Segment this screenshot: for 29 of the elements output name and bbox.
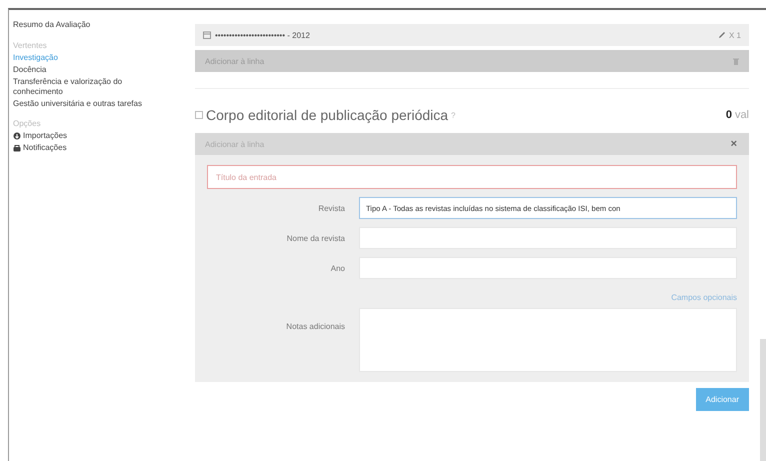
pencil-icon[interactable]: [718, 31, 726, 39]
score-value: 0: [726, 109, 732, 121]
download-icon: [13, 132, 21, 140]
sidebar-item[interactable]: Transferência e valorização do conhecimento: [13, 77, 161, 97]
scrollbar[interactable]: [760, 339, 766, 461]
field-label: Revista: [317, 204, 346, 212]
sidebar-title[interactable]: Resumo da Avaliação: [13, 20, 161, 29]
score-unit: val: [734, 109, 749, 121]
section-title: Corpo editorial de publicação periódica: [206, 107, 448, 123]
field-label: Ano: [330, 264, 346, 272]
sidebar-item[interactable]: Importações: [23, 131, 68, 141]
close-button[interactable]: ×: [728, 138, 739, 150]
sidebar-heading: Opções: [13, 119, 42, 128]
sidebar-item[interactable]: Docência: [13, 65, 161, 75]
entry-title: ••••••••••••••••••••••••• - 2012: [215, 30, 310, 40]
calendar-icon: [203, 31, 211, 39]
title-field[interactable]: Título da entrada: [207, 165, 737, 189]
field-label: Notas adicionais: [285, 321, 346, 331]
input-field[interactable]: [359, 227, 737, 249]
entry-count: X 1: [728, 30, 741, 40]
sidebar-item[interactable]: Notificações: [23, 143, 67, 153]
sidebar-heading: Vertentes: [13, 41, 48, 50]
notes-field[interactable]: [359, 308, 737, 372]
sidebar-item[interactable]: Gestão universitária e outras tarefas: [13, 99, 161, 109]
checkbox-icon[interactable]: [195, 111, 203, 119]
input-field[interactable]: [359, 257, 737, 279]
field-label: Nome da revista: [286, 234, 346, 242]
trash-icon[interactable]: [733, 58, 739, 64]
printer-icon: [13, 144, 21, 152]
